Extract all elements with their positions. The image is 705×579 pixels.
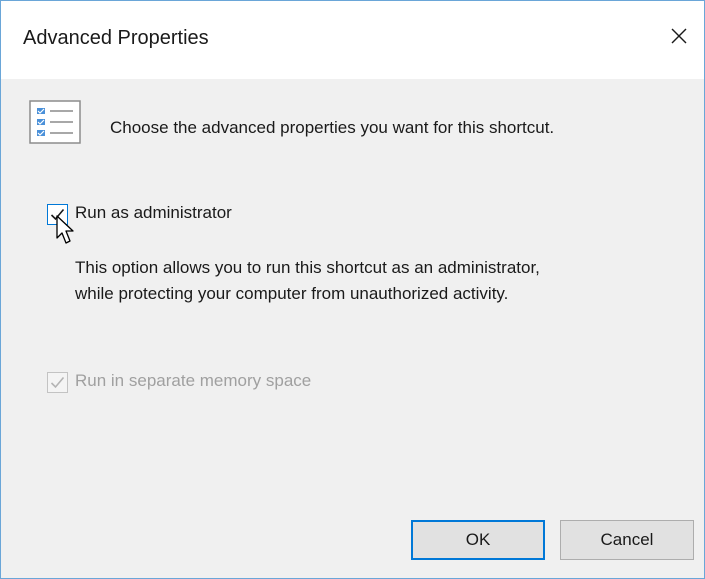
header-description: Choose the advanced properties you want …	[110, 118, 555, 137]
checkmark-icon	[50, 376, 65, 389]
separate-memory-label: Run in separate memory space	[75, 371, 312, 390]
ok-button[interactable]: OK	[411, 520, 545, 560]
cancel-button[interactable]: Cancel	[560, 520, 694, 560]
close-icon	[669, 26, 689, 51]
run-as-admin-label[interactable]: Run as administrator	[75, 203, 232, 223]
run-as-admin-description: This option allows you to run this short…	[75, 258, 540, 303]
advanced-properties-dialog: Advanced Properties Choose the advanced …	[0, 0, 705, 579]
mouse-pointer-icon	[56, 215, 80, 249]
list-checklist-icon	[29, 100, 81, 144]
title-bar[interactable]: Advanced Properties	[1, 1, 704, 79]
close-button[interactable]	[662, 21, 696, 55]
dialog-title: Advanced Properties	[23, 27, 209, 49]
separate-memory-checkbox	[47, 372, 68, 393]
